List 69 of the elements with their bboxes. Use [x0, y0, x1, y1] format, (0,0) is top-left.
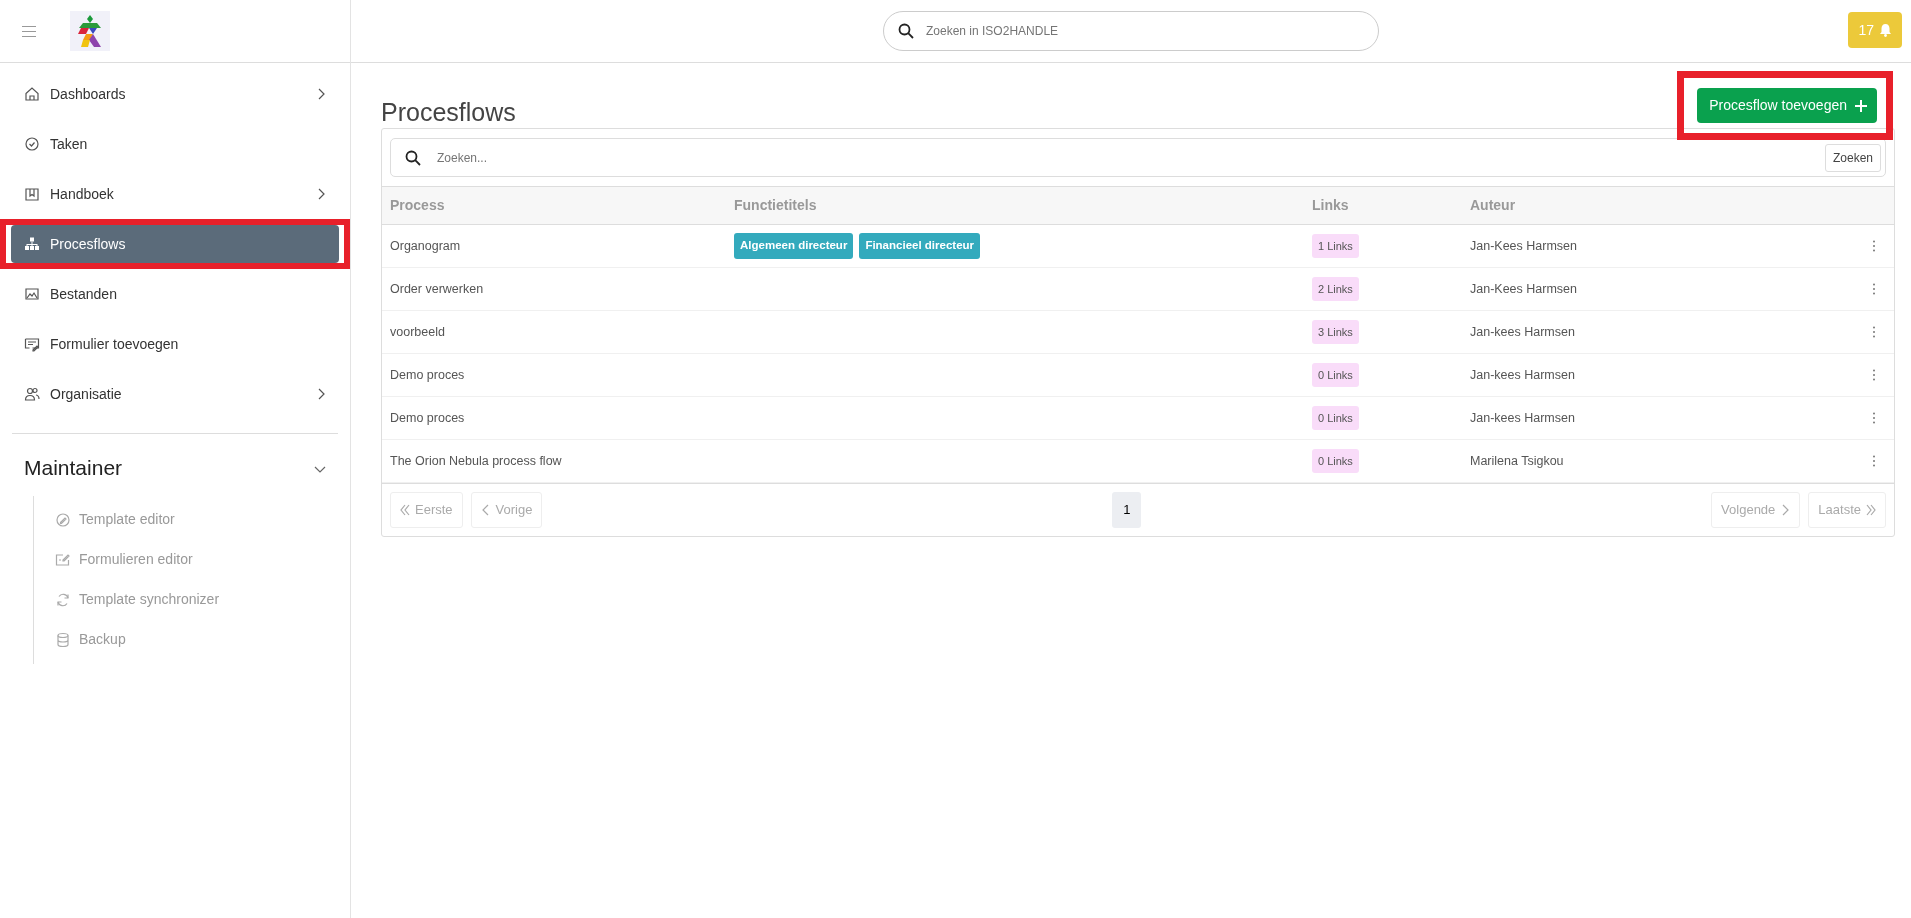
database-icon: [55, 631, 71, 648]
menu-icon[interactable]: [22, 25, 36, 37]
links-tag: 0 Links: [1312, 448, 1359, 474]
form-icon: [24, 336, 40, 352]
more-options-icon[interactable]: [1872, 369, 1876, 382]
page-title: Procesflows: [381, 96, 516, 127]
sidebar-item[interactable]: Formulier toevoegen: [11, 325, 339, 363]
sidebar-item[interactable]: Backup: [55, 619, 350, 660]
table-cell: Organogram: [382, 224, 726, 268]
more-options-icon[interactable]: [1872, 326, 1876, 339]
table-cell: Marilena Tsigkou: [1462, 439, 1864, 483]
search-icon: [898, 23, 914, 39]
sync-icon: [55, 591, 71, 608]
search-button[interactable]: Zoeken: [1824, 143, 1881, 172]
table-cell: Demo proces: [382, 353, 726, 397]
sidebar-item[interactable]: Formulieren editor: [55, 539, 350, 580]
more-options-icon[interactable]: [1872, 412, 1876, 425]
table-cell: voorbeeld: [382, 310, 726, 354]
column-header: Process: [382, 186, 726, 225]
chevron-left-icon: [480, 504, 491, 516]
chevron-right-icon: [1780, 504, 1791, 516]
sitemap-icon: [24, 236, 40, 252]
double-chevron-left-icon: [400, 504, 410, 516]
search-icon: [405, 149, 421, 166]
sidebar-item[interactable]: Bestanden: [11, 275, 339, 313]
links-tag: 0 Links: [1312, 362, 1359, 388]
people-icon: [24, 386, 40, 402]
book-icon: [24, 186, 40, 202]
column-header: Links: [1304, 186, 1462, 225]
table-cell: Jan-kees Harmsen: [1462, 353, 1864, 397]
sidebar-item[interactable]: Organisatie: [11, 375, 339, 413]
links-tag: 0 Links: [1312, 405, 1359, 431]
add-procesflow-button[interactable]: Procesflow toevoegen: [1697, 88, 1877, 123]
links-tag: 1 Links: [1312, 233, 1359, 259]
double-chevron-right-icon: [1866, 504, 1876, 516]
section-title: Maintainer: [24, 455, 124, 481]
column-header: Functietitels: [726, 186, 1304, 225]
table-cell: Jan-Kees Harmsen: [1462, 224, 1864, 268]
function-tag: Algemeen directeur: [734, 233, 854, 259]
bell-icon: [1879, 23, 1892, 37]
edit-icon: [55, 551, 71, 568]
app-logo[interactable]: [70, 11, 110, 51]
check-circle-icon: [24, 136, 40, 152]
column-header: Auteur: [1462, 186, 1864, 225]
function-tag: Financieel directeur: [859, 233, 981, 259]
sidebar-item[interactable]: Dashboards: [11, 75, 339, 113]
table-cell: Jan-Kees Harmsen: [1462, 267, 1864, 311]
sidebar-item[interactable]: Handboek: [11, 175, 339, 213]
home-icon: [24, 86, 40, 102]
pencil-circle-icon: [55, 511, 71, 528]
links-tag: 2 Links: [1312, 276, 1359, 302]
plus-icon: [1855, 99, 1867, 112]
table-cell: The Orion Nebula process flow: [382, 439, 726, 483]
sidebar-item[interactable]: Template editor: [55, 499, 350, 540]
more-options-icon[interactable]: [1872, 240, 1876, 253]
table-cell: Jan-kees Harmsen: [1462, 396, 1864, 440]
sidebar-item[interactable]: Template synchronizer: [55, 579, 350, 620]
sidebar-item[interactable]: Procesflows: [11, 225, 339, 263]
search-field[interactable]: Zoeken... Zoeken: [390, 138, 1886, 177]
table-cell: Jan-kees Harmsen: [1462, 310, 1864, 354]
sidebar-item[interactable]: Taken: [11, 125, 339, 163]
page-button[interactable]: 1: [1112, 492, 1142, 528]
more-options-icon[interactable]: [1872, 283, 1876, 296]
more-options-icon[interactable]: [1872, 455, 1876, 468]
links-tag: 3 Links: [1312, 319, 1359, 345]
search-input[interactable]: Zoeken in ISO2HANDLE: [924, 21, 1364, 41]
image-folder-icon: [24, 286, 40, 302]
table-cell: Demo proces: [382, 396, 726, 440]
table-cell: Order verwerken: [382, 267, 726, 311]
